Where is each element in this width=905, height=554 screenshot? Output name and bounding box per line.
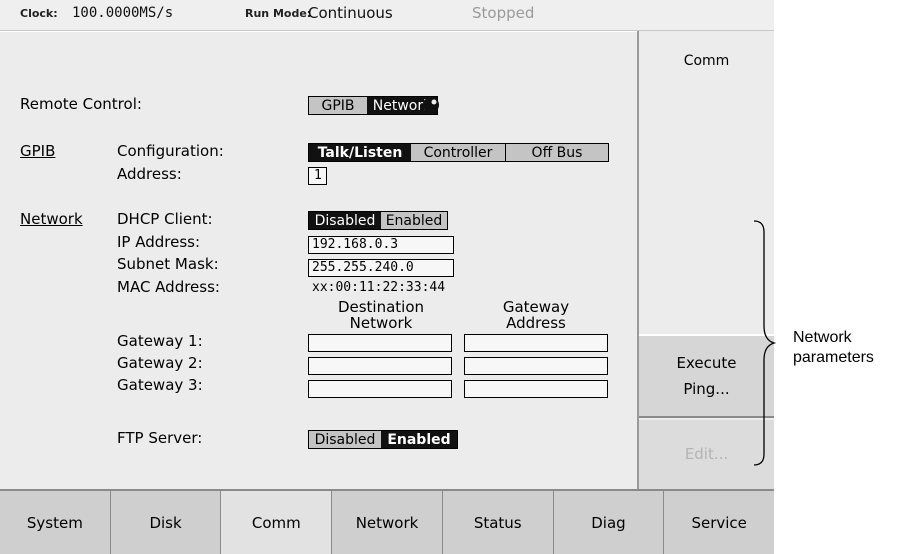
- ip-address-label: IP Address:: [117, 233, 201, 251]
- remote-control-selector[interactable]: GPIB Network: [308, 96, 438, 115]
- dhcp-client-label: DHCP Client:: [117, 210, 213, 228]
- indicator-icon: [422, 96, 440, 114]
- ftp-option-disabled[interactable]: Disabled: [309, 431, 381, 448]
- tab-network[interactable]: Network: [332, 491, 443, 554]
- ip-address-field[interactable]: 192.168.0.3: [308, 236, 454, 254]
- tab-status[interactable]: Status: [442, 491, 554, 554]
- subnet-mask-label: Subnet Mask:: [117, 255, 219, 273]
- mac-address-value: xx:00:11:22:33:44: [312, 280, 446, 295]
- callout-line1: Network: [793, 329, 852, 346]
- run-mode-value: Continuous: [308, 4, 393, 22]
- gateway-1-label: Gateway 1:: [117, 332, 203, 350]
- remote-control-label: Remote Control:: [20, 95, 142, 113]
- clock-value: 100.0000MS/s: [72, 5, 174, 21]
- clock-label: Clock:: [20, 7, 58, 20]
- gateway-2-address-field[interactable]: [464, 357, 608, 375]
- dhcp-client-selector[interactable]: Disabled Enabled: [308, 211, 448, 230]
- tab-comm[interactable]: Comm: [221, 491, 333, 554]
- tab-system[interactable]: System: [0, 491, 111, 554]
- dhcp-option-enabled[interactable]: Enabled: [381, 212, 447, 229]
- callout-line2: parameters: [793, 349, 874, 366]
- gateway-address-header: Gateway Address: [464, 299, 608, 331]
- gateway-2-label: Gateway 2:: [117, 354, 203, 372]
- gateway-header-line1: Gateway: [502, 298, 570, 316]
- gateway-2-destination-field[interactable]: [308, 357, 452, 375]
- address-label: Address:: [117, 165, 182, 183]
- gpib-configuration-selector[interactable]: Talk/Listen Controller Off Bus: [308, 143, 609, 162]
- gateway-3-address-field[interactable]: [464, 380, 608, 398]
- config-option-off-bus[interactable]: Off Bus: [505, 144, 608, 161]
- configuration-label: Configuration:: [117, 142, 224, 160]
- mac-address-label: MAC Address:: [117, 278, 220, 296]
- gpib-section-label: GPIB: [20, 142, 56, 160]
- ftp-server-selector[interactable]: Disabled Enabled: [308, 430, 458, 449]
- bottom-menu: System Disk Comm Network Status Diag Ser…: [0, 489, 775, 554]
- gateway-1-destination-field[interactable]: [308, 334, 452, 352]
- ftp-server-label: FTP Server:: [117, 429, 203, 447]
- gpib-address-field[interactable]: 1: [308, 167, 327, 185]
- destination-network-header: Destination Network: [308, 299, 454, 331]
- tab-diag[interactable]: Diag: [553, 491, 665, 554]
- network-parameters-callout: Network parameters: [793, 328, 874, 368]
- destination-header-line2: Network: [349, 314, 413, 332]
- gateway-1-address-field[interactable]: [464, 334, 608, 352]
- instrument-screen: Clock: 100.0000MS/s Run Mode: Continuous…: [0, 0, 775, 554]
- gateway-3-destination-field[interactable]: [308, 380, 452, 398]
- tab-disk[interactable]: Disk: [110, 491, 222, 554]
- remote-option-gpib[interactable]: GPIB: [309, 97, 367, 114]
- run-state: Stopped: [472, 4, 535, 22]
- network-section-label: Network: [20, 210, 83, 228]
- run-mode-label: Run Mode:: [245, 7, 312, 20]
- status-bar: Clock: 100.0000MS/s Run Mode: Continuous…: [0, 0, 774, 31]
- ftp-option-enabled[interactable]: Enabled: [381, 431, 457, 448]
- bracket-icon: [753, 220, 777, 466]
- config-option-controller[interactable]: Controller: [411, 144, 505, 161]
- settings-panel: Remote Control: GPIB Network GPIB Config…: [0, 31, 637, 490]
- destination-header-line1: Destination: [337, 298, 425, 316]
- gateway-header-line2: Address: [506, 314, 566, 332]
- config-option-talk-listen[interactable]: Talk/Listen: [309, 144, 411, 161]
- subnet-mask-field[interactable]: 255.255.240.0: [308, 259, 454, 277]
- tab-service[interactable]: Service: [664, 491, 775, 554]
- gateway-3-label: Gateway 3:: [117, 376, 203, 394]
- dhcp-option-disabled[interactable]: Disabled: [309, 212, 381, 229]
- side-menu-title: Comm: [683, 53, 730, 69]
